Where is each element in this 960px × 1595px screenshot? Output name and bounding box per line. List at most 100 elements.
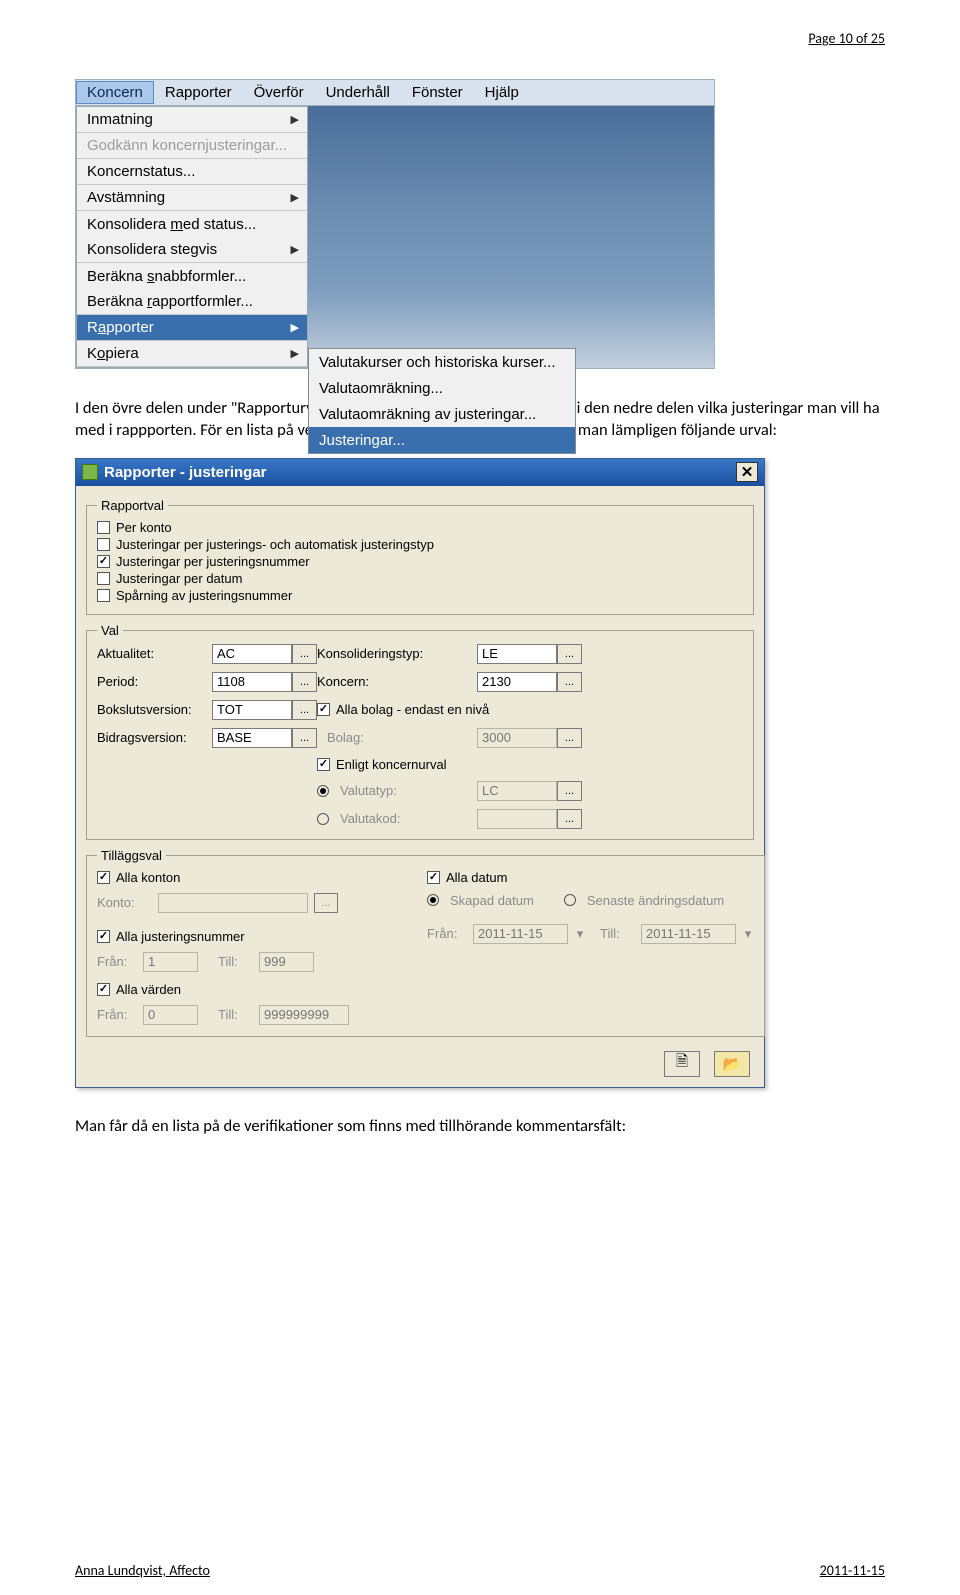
dropdown-item-label: Koncernstatus... — [87, 163, 195, 180]
dropdown-item-label: Beräkna rapportformler... — [87, 293, 253, 310]
checkbox-alla-justnr[interactable]: ✓ — [97, 930, 110, 943]
input-bidrag[interactable]: BASE — [212, 728, 292, 748]
input-koncern[interactable]: 2130 — [477, 672, 557, 692]
dropdown-koncernstatus[interactable]: Koncernstatus... — [77, 159, 307, 185]
dropdown-item-label: Avstämning — [87, 189, 165, 206]
dropdown-item-label: Godkänn koncernjusteringar... — [87, 137, 287, 154]
rapporter-justeringar-dialog: Rapporter - justeringar ✕ Rapportval Per… — [75, 458, 765, 1088]
checkbox-label: Alla justeringsnummer — [116, 929, 245, 944]
dropdown-konsolidera-stegvis[interactable]: Konsolidera stegvis ▶ — [77, 237, 307, 263]
checkbox-alla-datum[interactable]: ✓ — [427, 871, 440, 884]
radio-valutatyp — [317, 785, 329, 797]
lookup-valutakod: ... — [557, 809, 582, 829]
close-button[interactable]: ✕ — [736, 462, 758, 482]
dropdown-kopiera[interactable]: Kopiera ▶ — [77, 341, 307, 367]
input-konstyp[interactable]: LE — [477, 644, 557, 664]
dropdown-item-label: Inmatning — [87, 111, 153, 128]
dropdown-rapportformler[interactable]: Beräkna rapportformler... — [77, 289, 307, 315]
lookup-bokslut[interactable]: ... — [292, 700, 317, 720]
label-datum-till: Till: — [600, 926, 635, 941]
fieldset-rapportval: Rapportval Per konto Justeringar per jus… — [86, 498, 754, 615]
lookup-konstyp[interactable]: ... — [557, 644, 582, 664]
legend-tillaggsval: Tilläggsval — [97, 848, 166, 863]
input-period[interactable]: 1108 — [212, 672, 292, 692]
legend-val: Val — [97, 623, 123, 638]
input-datum-till: 2011-11-15 — [641, 924, 736, 944]
menu-fonster[interactable]: Fönster — [401, 81, 474, 104]
menu-koncern[interactable]: Koncern — [76, 81, 154, 104]
preview-icon: 🗎 — [676, 1051, 688, 1076]
submenu-justeringar[interactable]: Justeringar... — [309, 427, 575, 453]
fieldset-tillaggsval: Tilläggsval ✓ Alla konton Konto: ... — [86, 848, 765, 1037]
checkbox-label: Alla datum — [446, 870, 507, 885]
checkbox-label: Enligt koncernurval — [336, 757, 447, 772]
radio-label: Valutakod: — [340, 811, 400, 826]
input-valutakod — [477, 809, 557, 829]
chevron-right-icon: ▶ — [291, 321, 299, 334]
lookup-bidrag[interactable]: ... — [292, 728, 317, 748]
dropdown-item-label: Konsolidera med status... — [87, 216, 256, 233]
input-aktualitet[interactable]: AC — [212, 644, 292, 664]
checkbox-alla-varden[interactable]: ✓ — [97, 983, 110, 996]
dropdown-inmatning[interactable]: Inmatning ▶ — [77, 107, 307, 133]
radio-skapad-datum — [427, 894, 439, 906]
checkbox-sparning[interactable] — [97, 589, 110, 602]
koncern-dropdown: Inmatning ▶ Godkänn koncernjusteringar..… — [76, 106, 308, 368]
dialog-title: Rapporter - justeringar — [104, 464, 267, 481]
lookup-aktualitet[interactable]: ... — [292, 644, 317, 664]
label-koncern: Koncern: — [317, 674, 477, 689]
menu-overfor[interactable]: Överför — [243, 81, 315, 104]
footer-date: 2011-11-15 — [820, 1562, 885, 1579]
submenu-valutaomrakning[interactable]: Valutaomräkning... — [309, 375, 575, 401]
dropdown-item-label: Beräkna snabbformler... — [87, 268, 246, 285]
label-bokslut: Bokslutsversion: — [97, 702, 212, 717]
preview-button[interactable]: 🗎 — [664, 1051, 700, 1077]
lookup-koncern[interactable]: ... — [557, 672, 582, 692]
menu-hjalp[interactable]: Hjälp — [474, 81, 530, 104]
dropdown-arrow-icon: ▾ — [574, 926, 586, 942]
submenu-valutaomrakning-just[interactable]: Valutaomräkning av justeringar... — [309, 401, 575, 427]
checkbox-alla-bolag[interactable]: ✓ — [317, 703, 330, 716]
checkbox-enligt-koncernurval[interactable]: ✓ — [317, 758, 330, 771]
lookup-bolag: ... — [557, 728, 582, 748]
folder-open-icon: 📂 — [723, 1055, 742, 1073]
dropdown-item-label: Rapporter — [87, 319, 154, 336]
radio-senaste-andring — [564, 894, 576, 906]
open-button[interactable]: 📂 — [714, 1051, 750, 1077]
checkbox-label: Alla bolag - endast en nivå — [336, 702, 489, 717]
menu-rapporter[interactable]: Rapporter — [154, 81, 243, 104]
checkbox-per-justtyp[interactable] — [97, 538, 110, 551]
radio-label: Skapad datum — [450, 893, 534, 908]
checkbox-alla-konton[interactable]: ✓ — [97, 871, 110, 884]
input-bolag: 3000 — [477, 728, 557, 748]
chevron-right-icon: ▶ — [291, 347, 299, 360]
app-menu-screenshot: Koncern Rapporter Överför Underhåll Föns… — [75, 79, 715, 369]
label-konstyp: Konsolideringstyp: — [317, 646, 477, 661]
dropdown-godkann: Godkänn koncernjusteringar... — [77, 133, 307, 159]
menubar: Koncern Rapporter Överför Underhåll Föns… — [76, 80, 714, 106]
dropdown-rapporter[interactable]: Rapporter ▶ — [77, 315, 307, 341]
dropdown-item-label: Kopiera — [87, 345, 139, 362]
fieldset-val: Val Aktualitet: AC ... Konsolideringstyp… — [86, 623, 754, 840]
footer-author: Anna Lundqvist, Affecto — [75, 1562, 210, 1579]
page-number: Page 10 of 25 — [75, 30, 885, 47]
menu-underhall[interactable]: Underhåll — [315, 81, 401, 104]
lookup-valutatyp: ... — [557, 781, 582, 801]
checkbox-per-datum[interactable] — [97, 572, 110, 585]
checkbox-per-konto[interactable] — [97, 521, 110, 534]
lookup-period[interactable]: ... — [292, 672, 317, 692]
dropdown-arrow-icon: ▾ — [742, 926, 754, 942]
submenu-valutakurser[interactable]: Valutakurser och historiska kurser... — [309, 349, 575, 375]
dropdown-konsolidera-status[interactable]: Konsolidera med status... — [77, 211, 307, 237]
dropdown-snabbformler[interactable]: Beräkna snabbformler... — [77, 263, 307, 289]
label-till-just: Till: — [218, 954, 253, 969]
lookup-konto: ... — [314, 893, 338, 913]
label-bolag: Bolag: — [317, 730, 477, 745]
checkbox-per-justnr[interactable]: ✓ — [97, 555, 110, 568]
radio-label: Senaste ändringsdatum — [587, 893, 724, 908]
radio-valutakod — [317, 813, 329, 825]
close-icon: ✕ — [741, 463, 754, 481]
dropdown-avstamning[interactable]: Avstämning ▶ — [77, 185, 307, 211]
rapporter-submenu: Valutakurser och historiska kurser... Va… — [308, 348, 576, 454]
input-bokslut[interactable]: TOT — [212, 700, 292, 720]
